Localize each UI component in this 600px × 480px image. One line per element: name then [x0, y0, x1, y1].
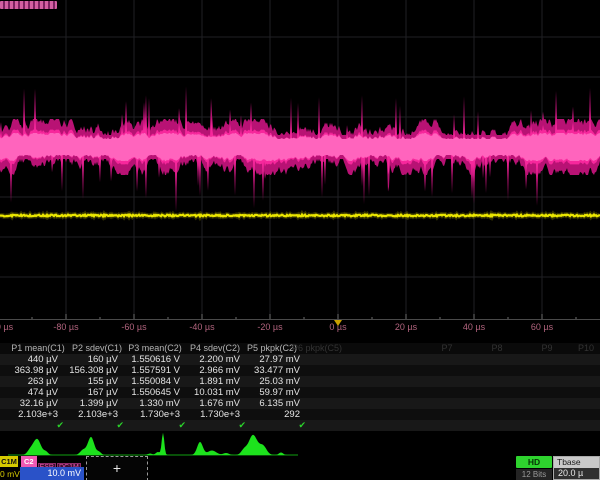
- measurement-value: 155 µV: [58, 376, 118, 387]
- measurement-value: 1.399 µV: [58, 398, 118, 409]
- hd-mode-badge: HD: [516, 456, 552, 468]
- measurement-value: 263 µV: [0, 376, 58, 387]
- histicon-p2: [70, 437, 113, 455]
- param-header-p9-inactive[interactable]: P9: [541, 343, 552, 354]
- measurement-value: 1.557591 V: [120, 365, 180, 376]
- c1-trace: [0, 215, 600, 217]
- time-axis-label: -40 µs: [170, 322, 234, 332]
- measurement-histicons: [0, 429, 310, 459]
- adc-bits-label: 12 Bits: [516, 469, 552, 480]
- time-axis-label: 40 µs: [442, 322, 506, 332]
- histicon-p1: [18, 439, 60, 455]
- time-axis-label: -80 µs: [34, 322, 98, 332]
- time-axis-label: -20 µs: [238, 322, 302, 332]
- measure-row: 263 µV155 µV1.550084 V1.891 mV25.03 mV: [0, 376, 600, 387]
- time-axis-label: 60 µs: [510, 322, 574, 332]
- measurement-value: 363.98 µV: [0, 365, 58, 376]
- measurement-value: 292: [240, 409, 300, 420]
- param-header-p7-inactive[interactable]: P7: [441, 343, 452, 354]
- histicon-p5: [234, 435, 292, 455]
- channel-c2-label: C2: [21, 456, 37, 467]
- timebase-value: 20.0 µ: [554, 468, 599, 479]
- measurement-value: 33.477 mV: [240, 365, 300, 376]
- measurement-value: 2.103e+3: [0, 409, 58, 420]
- measurement-value: 1.330 mV: [120, 398, 180, 409]
- measurement-value: 474 µV: [0, 387, 58, 398]
- measurement-value: 1.550084 V: [120, 376, 180, 387]
- axis-ticks: [0, 314, 600, 319]
- add-trace-button[interactable]: +: [86, 456, 148, 480]
- channel-c1-badge[interactable]: C1M: [0, 456, 18, 467]
- measurement-value: 2.200 mV: [180, 354, 240, 365]
- histicon-p3: [138, 433, 172, 455]
- param-header-p10-inactive[interactable]: P10: [578, 343, 594, 354]
- param-header-p8-inactive[interactable]: P8: [491, 343, 502, 354]
- timebase-panel[interactable]: Tbase 20.0 µ: [553, 456, 600, 480]
- oscilloscope-screen: -100 µs-80 µs-60 µs-40 µs-20 µs0 µs20 µs…: [0, 0, 600, 480]
- measure-row: 474 µV167 µV1.550645 V10.031 mV59.97 mV: [0, 387, 600, 398]
- measurement-value: 2.103e+3: [58, 409, 118, 420]
- param-header-p6-inactive[interactable]: P6 pkpk(C5): [292, 343, 342, 354]
- measure-row: 2.103e+32.103e+31.730e+31.730e+3292: [0, 409, 600, 420]
- measurement-value: 440 µV: [0, 354, 58, 365]
- measurement-value: 156.308 µV: [58, 365, 118, 376]
- measurement-value: 59.97 mV: [240, 387, 300, 398]
- measurement-value: 25.03 mV: [240, 376, 300, 387]
- channel-c2-coupling-tags: ESRDC1M: [37, 456, 81, 467]
- measurement-value: 1.550645 V: [120, 387, 180, 398]
- measurement-value: 10.031 mV: [180, 387, 240, 398]
- trigger-time-marker-icon[interactable]: [334, 320, 342, 326]
- measurement-value: 1.550616 V: [120, 354, 180, 365]
- measurement-value: 1.891 mV: [180, 376, 240, 387]
- time-axis: -100 µs-80 µs-60 µs-40 µs-20 µs0 µs20 µs…: [0, 322, 600, 333]
- measurement-value: 6.135 mV: [240, 398, 300, 409]
- timebase-label: Tbase: [554, 457, 599, 468]
- measurement-value: 1.676 mV: [180, 398, 240, 409]
- measurement-value: 32.16 µV: [0, 398, 58, 409]
- measurement-value: 1.730e+3: [180, 409, 240, 420]
- measure-row: 32.16 µV1.399 µV1.330 mV1.676 mV6.135 mV: [0, 398, 600, 409]
- time-axis-label: 20 µs: [374, 322, 438, 332]
- measurement-value: 167 µV: [58, 387, 118, 398]
- histicon-p4: [186, 442, 238, 455]
- plus-icon: +: [113, 460, 121, 476]
- param-header-p1[interactable]: P1 mean(C1): [5, 343, 71, 354]
- channel-c2-scale[interactable]: 10.0 mV: [20, 467, 84, 480]
- measurement-value: 2.966 mV: [180, 365, 240, 376]
- measure-header-row: P1 mean(C1)P2 sdev(C1)P3 mean(C2)P4 sdev…: [0, 343, 600, 354]
- time-axis-label: -100 µs: [0, 322, 30, 332]
- param-header-p2[interactable]: P2 sdev(C1): [64, 343, 130, 354]
- waveform-display[interactable]: [0, 0, 600, 321]
- measure-row: 363.98 µV156.308 µV1.557591 V2.966 mV33.…: [0, 365, 600, 376]
- time-axis-label: -60 µs: [102, 322, 166, 332]
- measurement-value: 160 µV: [58, 354, 118, 365]
- measure-row: 440 µV160 µV1.550616 V2.200 mV27.97 mV: [0, 354, 600, 365]
- measurement-table: P1 mean(C1)P2 sdev(C1)P3 mean(C2)P4 sdev…: [0, 343, 600, 431]
- measurement-value: 1.730e+3: [120, 409, 180, 420]
- param-header-p3[interactable]: P3 mean(C2): [122, 343, 188, 354]
- measurement-value: 27.97 mV: [240, 354, 300, 365]
- channel-c2-badge[interactable]: C2 ESRDC1M: [21, 456, 81, 467]
